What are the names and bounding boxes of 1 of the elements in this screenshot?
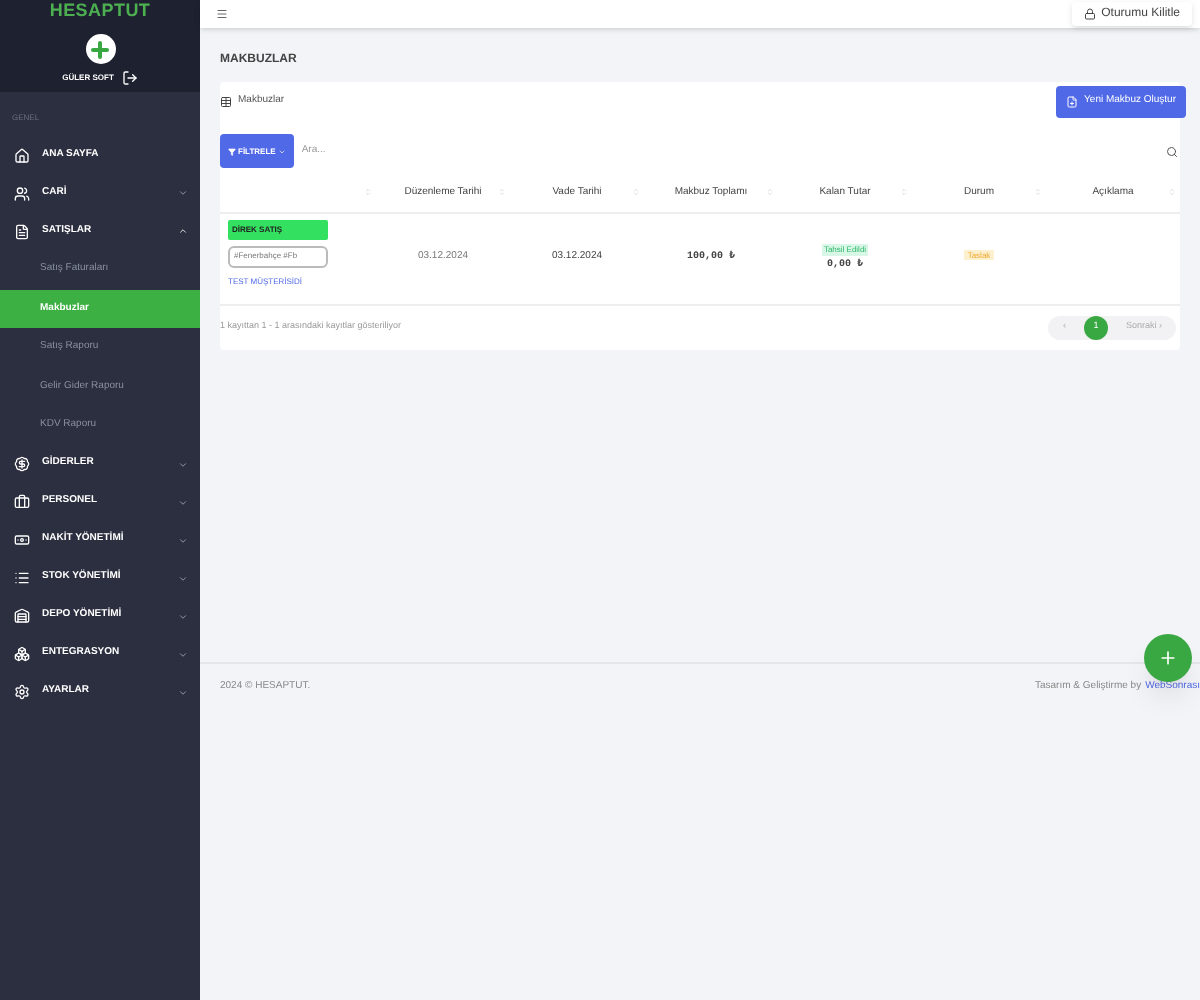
logo-text: HESAPTUT [49, 2, 151, 20]
